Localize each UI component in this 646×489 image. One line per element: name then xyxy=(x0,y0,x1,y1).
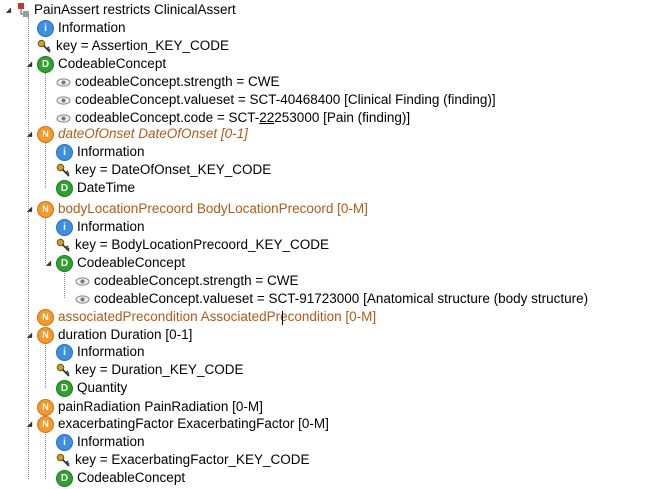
data-type-icon: D xyxy=(37,55,54,73)
info-icon: i xyxy=(56,218,73,236)
tree-node-key[interactable]: key = Assertion_KEY_CODE xyxy=(37,37,229,55)
tree-node-information[interactable]: i Information xyxy=(56,143,145,161)
node-label: key = BodyLocationPrecoord_KEY_CODE xyxy=(75,237,330,252)
node-label: key = Duration_KEY_CODE xyxy=(75,362,244,377)
tree-node-date-of-onset[interactable]: ◢ N dateOfOnset DateOfOnset [0-1] xyxy=(25,125,248,143)
node-label: duration Duration [0-1] xyxy=(58,327,193,342)
tree-node-information[interactable]: i Information xyxy=(56,343,145,361)
node-label: painRadiation PainRadiation [0-M] xyxy=(58,399,263,414)
text-cursor xyxy=(282,311,283,325)
node-label: codeableConcept.strength = CWE xyxy=(94,273,299,288)
class-restriction-icon xyxy=(18,3,29,17)
collapse-icon[interactable]: ◢ xyxy=(25,415,34,433)
node-icon: N xyxy=(37,326,54,344)
class-tree-view[interactable]: ◢ PainAssert restricts ClinicalAssert i … xyxy=(0,0,646,489)
node-label: CodeableConcept xyxy=(58,56,167,71)
node-label: dateOfOnset DateOfOnset [0-1] xyxy=(58,126,248,141)
data-type-icon: D xyxy=(56,179,73,197)
collapse-icon[interactable]: ◢ xyxy=(4,1,13,19)
node-label: Information xyxy=(77,344,145,359)
tree-line xyxy=(45,73,46,119)
node-label: Information xyxy=(77,144,145,159)
code-underlined: 22 xyxy=(259,110,275,125)
info-icon: i xyxy=(56,433,73,451)
node-label: bodyLocationPrecoord BodyLocationPrecoor… xyxy=(58,201,368,216)
tree-node-root[interactable]: ◢ PainAssert restricts ClinicalAssert xyxy=(4,1,236,19)
node-label: codeableConcept.valueset = SCT-40468400 … xyxy=(75,92,496,107)
node-label: key = ExacerbatingFactor_KEY_CODE xyxy=(75,452,310,467)
data-type-icon: D xyxy=(56,254,73,272)
node-label: PainAssert restricts ClinicalAssert xyxy=(34,2,236,17)
node-label: Quantity xyxy=(77,380,128,395)
tree-node-associated-precondition[interactable]: N associatedPrecondition AssociatedPreco… xyxy=(37,308,376,326)
tree-node-duration[interactable]: ◢ N duration Duration [0-1] xyxy=(25,326,192,344)
node-label: Information xyxy=(77,434,145,449)
tree-node-datetime[interactable]: D DateTime xyxy=(56,179,135,197)
eye-icon xyxy=(56,95,71,105)
tree-node-key[interactable]: key = ExacerbatingFactor_KEY_CODE xyxy=(56,451,309,469)
tree-node-information[interactable]: i Information xyxy=(56,218,145,236)
node-icon: N xyxy=(37,398,54,416)
collapse-icon[interactable]: ◢ xyxy=(25,326,34,344)
node-label: Information xyxy=(77,219,145,234)
key-icon xyxy=(56,453,70,467)
node-label: key = DateOfOnset_KEY_CODE xyxy=(75,162,272,177)
data-type-icon: D xyxy=(56,379,73,397)
node-label: CodeableConcept xyxy=(77,255,186,270)
code-prefix: codeableConcept.code = SCT- xyxy=(75,110,260,125)
collapse-icon[interactable]: ◢ xyxy=(25,125,34,143)
info-icon: i xyxy=(56,143,73,161)
collapse-icon[interactable]: ◢ xyxy=(25,55,34,73)
tree-node-pain-radiation[interactable]: N painRadiation PainRadiation [0-M] xyxy=(37,398,263,416)
tree-line xyxy=(28,17,29,479)
tree-node-property[interactable]: codeableConcept.strength = CWE xyxy=(56,73,280,91)
node-icon: N xyxy=(37,415,54,433)
node-label: associatedPrecondition AssociatedPrecond… xyxy=(58,309,377,324)
key-icon xyxy=(56,163,70,177)
node-label: codeableConcept.strength = CWE xyxy=(75,74,280,89)
tree-node-property[interactable]: codeableConcept.strength = CWE xyxy=(75,272,299,290)
node-label: Information xyxy=(58,20,126,35)
node-icon: N xyxy=(37,125,54,143)
node-label: key = Assertion_KEY_CODE xyxy=(56,38,229,53)
tree-line xyxy=(45,432,46,479)
tree-node-property[interactable]: codeableConcept.valueset = SCT-91723000 … xyxy=(75,290,588,308)
tree-node-key[interactable]: key = DateOfOnset_KEY_CODE xyxy=(56,161,271,179)
node-label: exacerbatingFactor ExacerbatingFactor [0… xyxy=(58,416,329,431)
node-label: CodeableConcept xyxy=(77,470,186,485)
tree-line xyxy=(64,271,65,298)
tree-node-codeable-concept[interactable]: D CodeableConcept xyxy=(56,469,185,487)
key-icon xyxy=(56,363,70,377)
tree-node-body-location[interactable]: ◢ N bodyLocationPrecoord BodyLocationPre… xyxy=(25,200,368,218)
tree-node-codeable-concept[interactable]: ◢ D CodeableConcept xyxy=(25,55,166,73)
eye-icon xyxy=(56,77,71,87)
collapse-icon[interactable]: ◢ xyxy=(44,254,53,272)
tree-line xyxy=(45,342,46,388)
info-icon: i xyxy=(37,19,54,37)
eye-icon xyxy=(56,113,71,123)
data-type-icon: D xyxy=(56,469,73,487)
eye-icon xyxy=(75,276,90,286)
info-icon: i xyxy=(56,343,73,361)
key-icon xyxy=(37,39,51,53)
eye-icon xyxy=(75,294,90,304)
node-icon: N xyxy=(37,308,54,326)
tree-node-key[interactable]: key = Duration_KEY_CODE xyxy=(56,361,243,379)
collapse-icon[interactable]: ◢ xyxy=(25,200,34,218)
node-icon: N xyxy=(37,200,54,218)
tree-node-quantity[interactable]: D Quantity xyxy=(56,379,127,397)
code-suffix: 253000 [Pain (finding)] xyxy=(274,110,411,125)
tree-node-information[interactable]: i Information xyxy=(37,19,126,37)
key-icon xyxy=(56,238,70,252)
node-label: codeableConcept.valueset = SCT-91723000 … xyxy=(94,291,589,306)
node-label: DateTime xyxy=(77,180,136,195)
tree-line xyxy=(45,142,46,188)
tree-node-property[interactable]: codeableConcept.valueset = SCT-40468400 … xyxy=(56,91,496,109)
tree-node-exacerbating-factor[interactable]: ◢ N exacerbatingFactor ExacerbatingFacto… xyxy=(25,415,329,433)
tree-node-information[interactable]: i Information xyxy=(56,433,145,451)
tree-node-codeable-concept[interactable]: ◢ D CodeableConcept xyxy=(44,254,185,272)
tree-node-key[interactable]: key = BodyLocationPrecoord_KEY_CODE xyxy=(56,236,329,254)
